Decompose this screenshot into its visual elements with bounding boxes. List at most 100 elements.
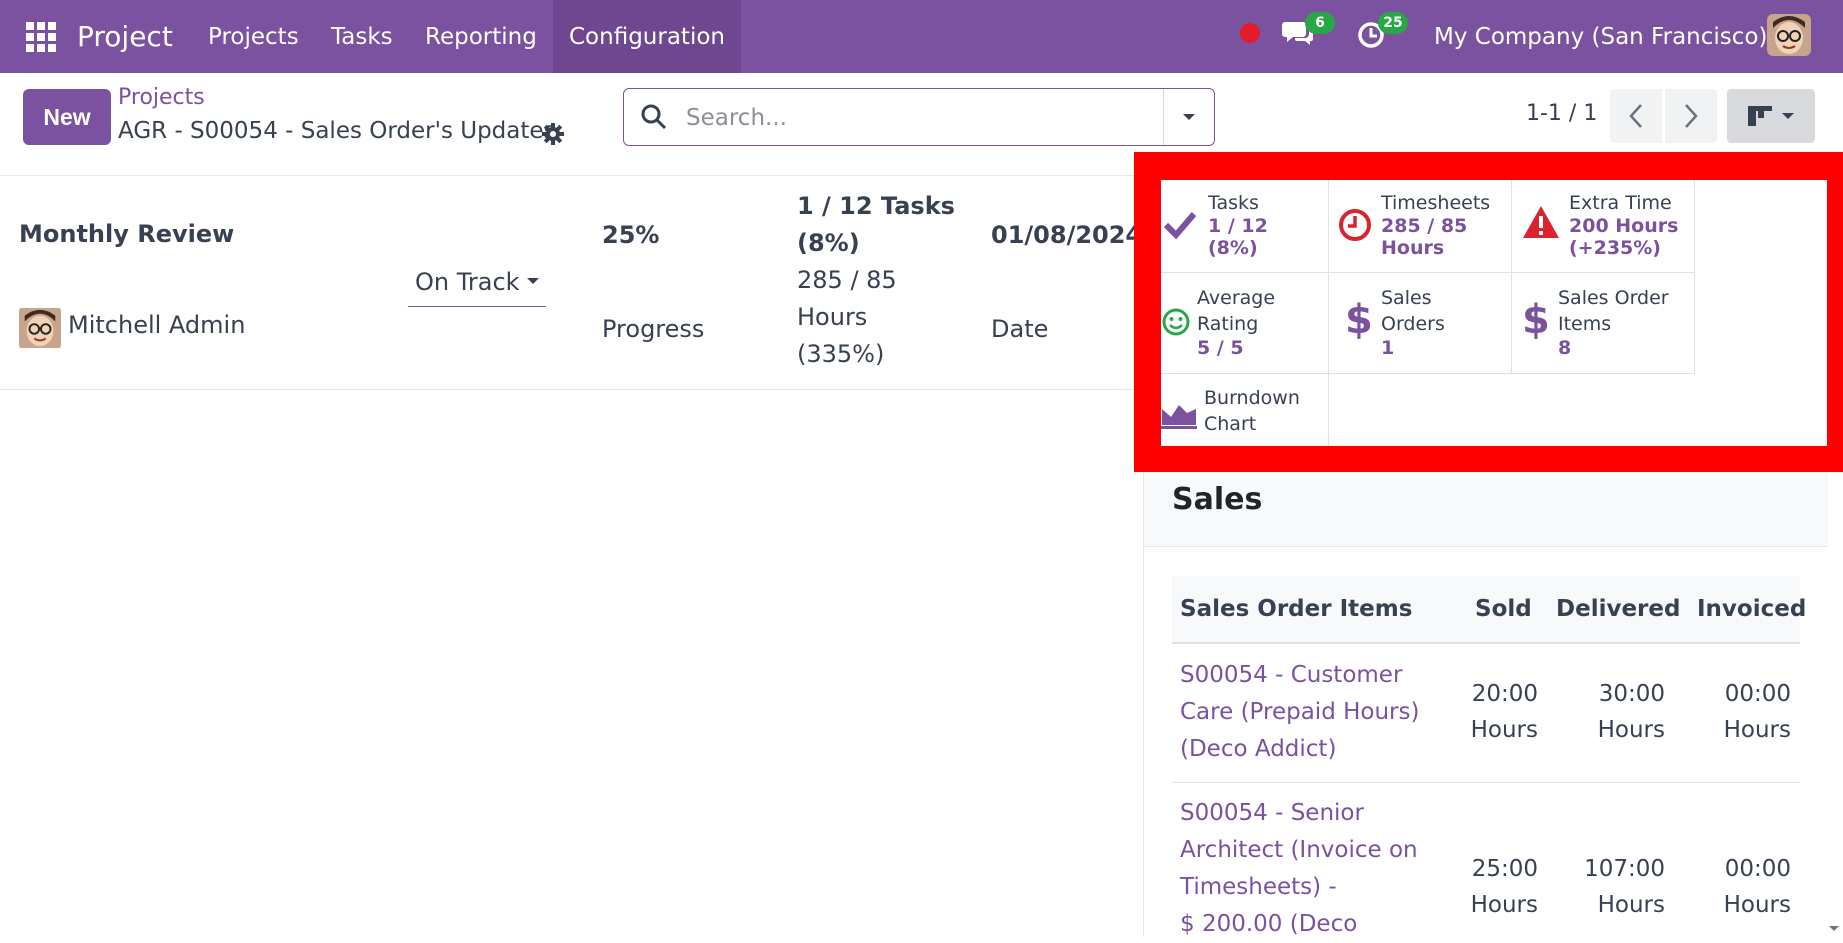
- stat-label: Tasks: [1208, 192, 1259, 214]
- stat-value: Hours: [1381, 237, 1445, 259]
- dollar-icon: $: [1345, 297, 1373, 343]
- tasks-percent: (8%): [797, 229, 860, 257]
- company-switcher[interactable]: My Company (San Francisco): [1434, 0, 1767, 73]
- assigned-user-name: Mitchell Admin: [68, 311, 246, 339]
- stat-value: 1 / 12: [1208, 215, 1268, 237]
- kanban-view-icon: [1748, 106, 1772, 126]
- sales-order-item-link[interactable]: S00054 - Customer: [1180, 657, 1402, 694]
- search-options-toggle[interactable]: [1163, 89, 1214, 145]
- stat-label: Sales Order: [1558, 287, 1669, 309]
- stat-button-average-rating[interactable]: Average Rating 5 / 5: [1161, 273, 1329, 374]
- user-avatar: [19, 307, 61, 349]
- stat-button-extra-time[interactable]: Extra Time 200 Hours (+235%): [1512, 180, 1695, 273]
- caret-down-icon: [527, 278, 539, 284]
- stat-label: Chart: [1204, 413, 1257, 435]
- pager-previous-button[interactable]: [1610, 89, 1662, 143]
- delivered-value: 30:00: [1598, 681, 1665, 707]
- column-header: Invoiced: [1697, 596, 1807, 622]
- delivered-value: 107:00: [1584, 856, 1665, 882]
- app-name[interactable]: Project: [77, 0, 173, 73]
- new-button[interactable]: New: [23, 89, 111, 145]
- invoiced-unit: Hours: [1723, 717, 1791, 743]
- sales-side-panel: Sales Sales Order Items Sold Delivered I…: [1143, 472, 1828, 937]
- stat-label: Items: [1558, 313, 1612, 335]
- sales-order-item-link[interactable]: $ 200.00 (Deco: [1180, 906, 1357, 943]
- sales-order-item-link[interactable]: (Deco Addict): [1180, 731, 1336, 768]
- stat-button-sales-orders[interactable]: $ Sales Orders 1: [1329, 273, 1512, 374]
- stat-value: 1: [1381, 337, 1395, 359]
- stat-label: Rating: [1197, 313, 1259, 335]
- milestone-row[interactable]: Monthly Review 25% Progress 1 / 12 Tasks…: [0, 176, 1143, 390]
- caret-down-icon: [1782, 113, 1794, 119]
- sold-value: 25:00: [1471, 856, 1538, 882]
- delivered-unit: Hours: [1597, 717, 1665, 743]
- progress-value: 25%: [602, 221, 660, 249]
- sales-order-item-link[interactable]: Care (Prepaid Hours): [1180, 694, 1419, 731]
- pager-next-button[interactable]: [1665, 89, 1717, 143]
- status-select[interactable]: On Track: [408, 264, 546, 307]
- sold-unit: Hours: [1470, 892, 1538, 918]
- search-input[interactable]: [684, 101, 1148, 135]
- sold-unit: Hours: [1470, 717, 1538, 743]
- check-icon: [1163, 212, 1197, 240]
- hours-unit: Hours: [797, 303, 868, 331]
- stat-value: 5 / 5: [1197, 337, 1244, 359]
- warning-icon: [1523, 206, 1559, 238]
- invoiced-value: 00:00: [1724, 856, 1791, 882]
- stat-value: (+235%): [1569, 237, 1661, 259]
- stat-value: 285 / 85: [1381, 215, 1468, 237]
- area-chart-icon: [1161, 405, 1197, 429]
- sales-title: Sales: [1172, 482, 1263, 517]
- menu-tasks[interactable]: Tasks: [315, 0, 409, 73]
- hours-percent: (335%): [797, 340, 885, 368]
- breadcrumb-projects[interactable]: Projects: [118, 85, 205, 110]
- stat-label: Orders: [1381, 313, 1445, 335]
- deadline-value: 01/08/2024: [991, 221, 1143, 249]
- activities-badge: 25: [1378, 12, 1408, 34]
- stat-button-timesheets[interactable]: Timesheets 285 / 85 Hours: [1329, 180, 1512, 273]
- menu-reporting[interactable]: Reporting: [409, 0, 553, 73]
- sold-value: 20:00: [1471, 681, 1538, 707]
- search-bar: [623, 88, 1215, 146]
- caret-down-icon: [1183, 114, 1195, 120]
- recording-indicator[interactable]: [1240, 23, 1260, 43]
- search-icon: [640, 103, 668, 135]
- stat-label: Burndown: [1204, 387, 1300, 409]
- stat-button-tasks[interactable]: Tasks 1 / 12 (8%): [1161, 180, 1329, 273]
- clock-icon: [1339, 209, 1371, 241]
- column-header: Sold: [1475, 596, 1532, 622]
- progress-label: Progress: [602, 315, 705, 343]
- smile-icon: [1162, 308, 1190, 336]
- sales-order-item-link[interactable]: Timesheets) -: [1180, 869, 1337, 906]
- invoiced-unit: Hours: [1723, 892, 1791, 918]
- stat-label: Sales: [1381, 287, 1432, 309]
- apps-menu-icon[interactable]: [24, 0, 58, 73]
- sales-order-item-link[interactable]: S00054 - Senior: [1180, 795, 1364, 832]
- stat-value: 8: [1558, 337, 1572, 359]
- sales-section-header: Sales: [1144, 472, 1828, 547]
- stat-value: 200 Hours: [1569, 215, 1679, 237]
- pager-value[interactable]: 1-1 / 1: [1526, 101, 1597, 126]
- gear-icon[interactable]: [541, 122, 565, 150]
- chevron-right-icon: [1685, 104, 1698, 128]
- breadcrumb-current: AGR - S00054 - Sales Order's Updates: [118, 118, 556, 144]
- stat-label: Extra Time: [1569, 192, 1672, 214]
- tasks-ratio: 1 / 12 Tasks: [797, 192, 955, 220]
- view-switcher-button[interactable]: [1727, 89, 1815, 143]
- menu-configuration[interactable]: Configuration: [553, 0, 741, 73]
- stat-label: Average: [1197, 287, 1276, 309]
- stat-buttons-panel: Tasks 1 / 12 (8%) Timesheets 285 / 85 Ho…: [1161, 180, 1827, 446]
- status-value: On Track: [415, 268, 520, 296]
- column-header: Delivered: [1556, 596, 1681, 622]
- column-header: Sales Order Items: [1180, 596, 1413, 622]
- stat-label: Timesheets: [1381, 192, 1491, 214]
- sales-order-item-link[interactable]: Architect (Invoice on: [1180, 832, 1418, 869]
- stat-button-burndown-chart[interactable]: Burndown Chart: [1161, 374, 1329, 446]
- top-navbar: Project Projects Tasks Reporting Configu…: [0, 0, 1843, 73]
- user-avatar-menu[interactable]: [1767, 14, 1811, 56]
- hours-ratio: 285 / 85: [797, 266, 897, 294]
- milestone-name: Monthly Review: [19, 220, 235, 248]
- scroll-down-arrow-icon[interactable]: [1828, 925, 1840, 933]
- stat-button-sales-order-items[interactable]: $ Sales Order Items 8: [1512, 273, 1695, 374]
- menu-projects[interactable]: Projects: [192, 0, 315, 73]
